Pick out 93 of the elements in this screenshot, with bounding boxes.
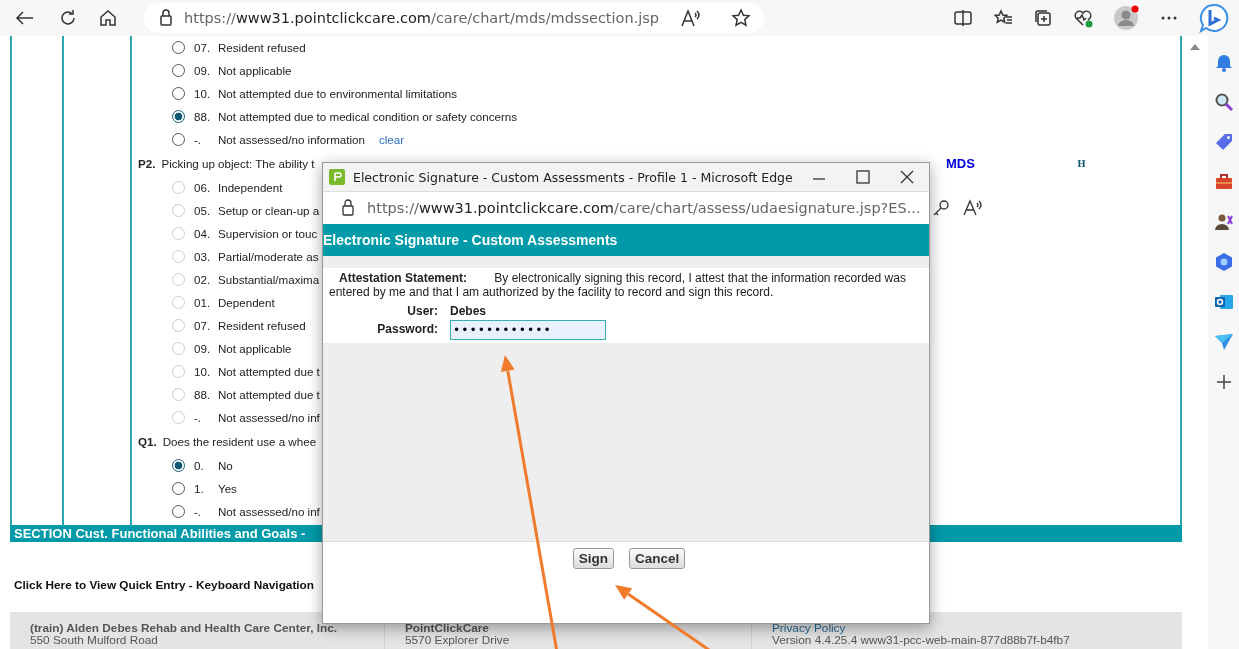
option-label: Not attempted due to medical condition or safety concerns	[218, 110, 518, 123]
option-code: 01.	[194, 296, 212, 309]
maximize-icon[interactable]	[855, 169, 871, 185]
chat-bubble-icon[interactable]	[1199, 3, 1229, 33]
option-code: 06.	[194, 181, 212, 194]
radio-button[interactable]	[172, 64, 185, 77]
sign-button[interactable]: Sign	[572, 548, 614, 569]
collections-icon[interactable]	[1033, 8, 1053, 28]
option-code: 10.	[194, 365, 212, 378]
footer-text: 5570 Explorer Drive	[405, 634, 510, 646]
option-label: Resident refused	[218, 41, 306, 54]
help-marker[interactable]: H	[1077, 158, 1180, 169]
hexagon-app-icon[interactable]	[1213, 252, 1234, 272]
option-label: No	[218, 459, 233, 472]
user-name: Debes	[450, 304, 488, 318]
lock-icon	[158, 9, 174, 27]
scroll-up-arrow-icon[interactable]	[1189, 42, 1201, 52]
radio-button[interactable]	[172, 505, 185, 518]
option-code: 05.	[194, 204, 212, 217]
window-title: Electronic Signature - Custom Assessments - Profile 1 - Microsoft Edge	[353, 169, 793, 185]
split-screen-icon[interactable]	[953, 8, 973, 28]
option-code: -.	[194, 133, 203, 146]
option-label: Dependent	[218, 296, 275, 309]
home-icon[interactable]	[98, 8, 118, 28]
option-label: Not applicable	[218, 64, 292, 77]
health-icon[interactable]	[1073, 8, 1093, 28]
people-icon[interactable]	[1213, 212, 1234, 232]
option-label: Independent	[218, 181, 283, 194]
question-text: Picking up object: The ability t	[161, 157, 315, 170]
option-code: 09.	[194, 64, 212, 77]
option-code: -.	[194, 505, 203, 518]
option-code: 88.	[194, 110, 212, 123]
field-label: Password:	[376, 322, 438, 336]
question-code: P2.	[138, 157, 156, 170]
address-bar[interactable]: https://www31.pointclickcare.com/care/chart/assess/udaesignature.jsp?ES...	[367, 200, 921, 216]
option-code: 02.	[194, 273, 212, 286]
footer-text: Version 4.4.25.4 www31-pcc-web-main-877d88b7f-b4fb7	[772, 634, 1070, 646]
option-code: 09.	[194, 342, 212, 355]
option-label: Not attempted due t	[218, 388, 320, 401]
clear-link[interactable]: clear	[378, 133, 405, 146]
option-label: Not attempted due to environmental limitations	[218, 87, 458, 100]
footer-text: 550 South Mulford Road	[30, 634, 158, 646]
option-code: 10.	[194, 87, 212, 100]
lock-icon	[341, 199, 355, 217]
option-label: Not assessed/no inf	[218, 411, 320, 424]
radio-button[interactable]	[172, 110, 185, 123]
toolbox-icon[interactable]	[1213, 172, 1234, 192]
app-icon	[329, 169, 345, 185]
password-field[interactable]: ••••••••••••	[450, 320, 606, 340]
option-code: 07.	[194, 319, 212, 332]
profile-avatar-icon[interactable]	[1113, 5, 1139, 31]
question-code: Q1.	[138, 435, 157, 448]
radio-button[interactable]	[172, 41, 185, 54]
radio-button[interactable]	[172, 87, 185, 100]
option-label: Resident refused	[218, 319, 306, 332]
option-code: 07.	[194, 41, 212, 54]
attestation-statement: Attestation Statement: By electronically signing this record, I attest that the information recorded was entered by me and that I am authorized by the facility to record and sign this record.	[329, 271, 907, 299]
field-label: User:	[406, 304, 438, 318]
mail-app-icon[interactable]	[1213, 292, 1234, 312]
option-label: Supervision or touc	[218, 227, 318, 240]
option-code: 0.	[194, 459, 205, 472]
option-label: Not assessed/no information	[218, 133, 365, 146]
option-label: Not applicable	[218, 342, 292, 355]
search-icon[interactable]	[1213, 92, 1234, 112]
option-label: Setup or clean-up a	[218, 204, 320, 217]
option-label: Yes	[218, 482, 237, 495]
option-label: Not assessed/no inf	[218, 505, 320, 518]
radio-button[interactable]	[172, 133, 185, 146]
refresh-icon[interactable]	[58, 8, 78, 28]
option-code: 88.	[194, 388, 212, 401]
send-icon[interactable]	[1213, 332, 1234, 352]
dialog-header: Electronic Signature - Custom Assessments	[323, 224, 929, 256]
option-code: 03.	[194, 250, 212, 263]
footer-heading: (train) Alden Debes Rehab and Health Care Center, Inc.	[30, 622, 337, 634]
footer-heading: PointClickCare	[405, 622, 489, 634]
radio-button[interactable]	[172, 459, 185, 472]
radio-button[interactable]	[172, 482, 185, 495]
mds-link[interactable]: MDS	[946, 156, 1070, 171]
option-label: Not attempted due t	[218, 365, 320, 378]
option-code: 04.	[194, 227, 212, 240]
question-text: Does the resident use a whee	[162, 435, 317, 448]
option-label: Partial/moderate as	[218, 250, 319, 263]
read-aloud-icon[interactable]	[962, 198, 983, 218]
read-aloud-icon[interactable]	[679, 8, 702, 28]
star-icon[interactable]	[731, 8, 752, 28]
cancel-button[interactable]: Cancel	[629, 548, 686, 569]
close-icon[interactable]	[899, 169, 915, 185]
quick-entry-link[interactable]: Click Here to View Quick Entry - Keyboard Navigation	[14, 578, 315, 592]
option-label: Substantial/maxima	[218, 273, 320, 286]
key-icon[interactable]	[932, 199, 951, 217]
option-code: -.	[194, 411, 203, 424]
privacy-link[interactable]: Privacy Policy	[772, 622, 846, 634]
option-code: 1.	[194, 482, 205, 495]
